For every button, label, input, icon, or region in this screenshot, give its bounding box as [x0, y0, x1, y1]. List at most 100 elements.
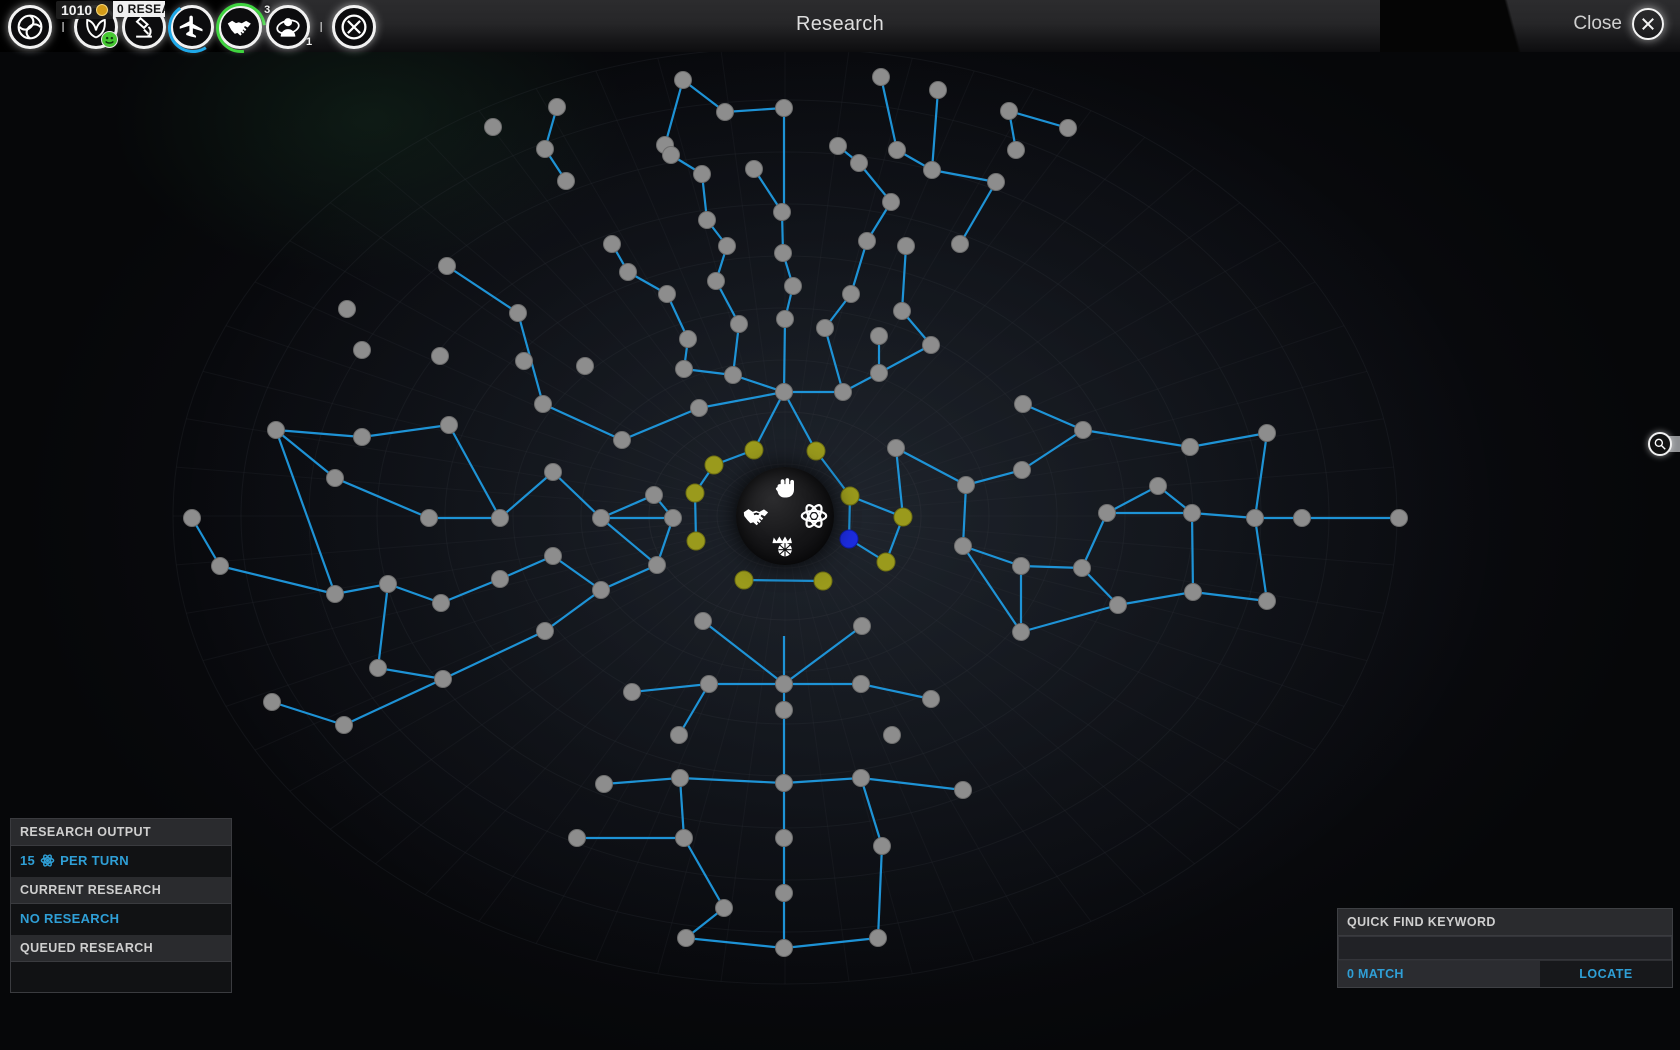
- tech-node[interactable]: [893, 507, 913, 527]
- science-atom-icon[interactable]: [799, 501, 829, 531]
- tech-node[interactable]: [431, 347, 449, 365]
- tech-node[interactable]: [700, 675, 718, 693]
- tech-node[interactable]: [211, 557, 229, 575]
- tech-node[interactable]: [353, 428, 371, 446]
- tech-node[interactable]: [775, 701, 793, 719]
- queued-research-list[interactable]: [11, 962, 231, 992]
- tech-node[interactable]: [698, 211, 716, 229]
- tech-node[interactable]: [1149, 477, 1167, 495]
- tech-node[interactable]: [613, 431, 631, 449]
- tech-node[interactable]: [544, 463, 562, 481]
- tech-node[interactable]: [858, 232, 876, 250]
- tech-node[interactable]: [592, 509, 610, 527]
- tech-node[interactable]: [440, 416, 458, 434]
- tech-node[interactable]: [619, 263, 637, 281]
- tech-node[interactable]: [840, 486, 860, 506]
- tech-node[interactable]: [1390, 509, 1408, 527]
- diplomacy-handshake-icon[interactable]: [741, 501, 771, 531]
- research-hub[interactable]: [736, 467, 834, 565]
- tech-node[interactable]: [1074, 421, 1092, 439]
- tech-node[interactable]: [876, 552, 896, 572]
- tech-node[interactable]: [557, 172, 575, 190]
- tech-node[interactable]: [870, 327, 888, 345]
- tech-node[interactable]: [1098, 504, 1116, 522]
- tech-node[interactable]: [536, 140, 554, 158]
- tech-node[interactable]: [834, 383, 852, 401]
- tech-node[interactable]: [775, 884, 793, 902]
- tech-node[interactable]: [775, 383, 793, 401]
- tech-node[interactable]: [883, 726, 901, 744]
- tech-node[interactable]: [1293, 509, 1311, 527]
- tech-node[interactable]: [1246, 509, 1264, 527]
- tech-node[interactable]: [775, 939, 793, 957]
- tech-node[interactable]: [745, 160, 763, 178]
- tech-node[interactable]: [576, 357, 594, 375]
- tech-node[interactable]: [326, 469, 344, 487]
- tech-node[interactable]: [379, 575, 397, 593]
- tech-node[interactable]: [1007, 141, 1025, 159]
- tech-node[interactable]: [603, 235, 621, 253]
- tech-node[interactable]: [707, 272, 725, 290]
- tech-node[interactable]: [491, 509, 509, 527]
- tech-node[interactable]: [897, 237, 915, 255]
- tech-node[interactable]: [662, 146, 680, 164]
- tech-node[interactable]: [432, 594, 450, 612]
- tech-node[interactable]: [704, 455, 724, 475]
- tech-node[interactable]: [1181, 438, 1199, 456]
- military-aircraft-icon[interactable]: [163, 0, 223, 58]
- tech-node[interactable]: [326, 585, 344, 603]
- tech-node[interactable]: [1258, 592, 1276, 610]
- population-icon[interactable]: 3 1: [264, 4, 312, 49]
- tech-node[interactable]: [1000, 102, 1018, 120]
- tech-node[interactable]: [853, 617, 871, 635]
- tech-node[interactable]: [872, 68, 890, 86]
- tech-node[interactable]: [1059, 119, 1077, 137]
- empire-swirl-icon[interactable]: [8, 5, 52, 49]
- tech-node[interactable]: [773, 203, 791, 221]
- tech-node[interactable]: [484, 118, 502, 136]
- tech-node[interactable]: [806, 441, 826, 461]
- tech-node[interactable]: [775, 829, 793, 847]
- tech-node[interactable]: [775, 99, 793, 117]
- tech-node[interactable]: [724, 366, 742, 384]
- tech-node[interactable]: [776, 310, 794, 328]
- tech-node[interactable]: [1183, 504, 1201, 522]
- tech-node[interactable]: [987, 173, 1005, 191]
- tech-node[interactable]: [718, 237, 736, 255]
- tech-node[interactable]: [957, 476, 975, 494]
- tech-node[interactable]: [839, 529, 859, 549]
- tech-node[interactable]: [183, 509, 201, 527]
- tech-node[interactable]: [829, 137, 847, 155]
- tech-node[interactable]: [623, 683, 641, 701]
- tech-node[interactable]: [694, 612, 712, 630]
- tech-node[interactable]: [869, 929, 887, 947]
- tech-node[interactable]: [369, 659, 387, 677]
- tech-node[interactable]: [1109, 596, 1127, 614]
- tech-node[interactable]: [1014, 395, 1032, 413]
- tech-node[interactable]: [775, 675, 793, 693]
- tech-node[interactable]: [671, 769, 689, 787]
- tech-node[interactable]: [595, 775, 613, 793]
- tech-node[interactable]: [852, 675, 870, 693]
- tech-node[interactable]: [544, 547, 562, 565]
- tech-node[interactable]: [536, 622, 554, 640]
- tech-node[interactable]: [675, 360, 693, 378]
- tech-node[interactable]: [929, 81, 947, 99]
- tech-node[interactable]: [951, 235, 969, 253]
- tech-node[interactable]: [882, 193, 900, 211]
- magnifier-zoom-icon[interactable]: [1648, 432, 1672, 456]
- tech-node[interactable]: [438, 257, 456, 275]
- military-fist-icon[interactable]: [770, 474, 800, 504]
- tech-node[interactable]: [670, 726, 688, 744]
- tech-node[interactable]: [515, 352, 533, 370]
- tech-node[interactable]: [491, 570, 509, 588]
- tech-node[interactable]: [1012, 623, 1030, 641]
- tech-node[interactable]: [685, 483, 705, 503]
- tech-node[interactable]: [338, 300, 356, 318]
- tech-node[interactable]: [263, 693, 281, 711]
- close-button[interactable]: Close: [1573, 8, 1664, 40]
- tech-node[interactable]: [548, 98, 566, 116]
- tech-node[interactable]: [816, 319, 834, 337]
- economy-crown-gear-icon[interactable]: [770, 529, 800, 559]
- current-research-value[interactable]: NO RESEARCH: [11, 904, 231, 935]
